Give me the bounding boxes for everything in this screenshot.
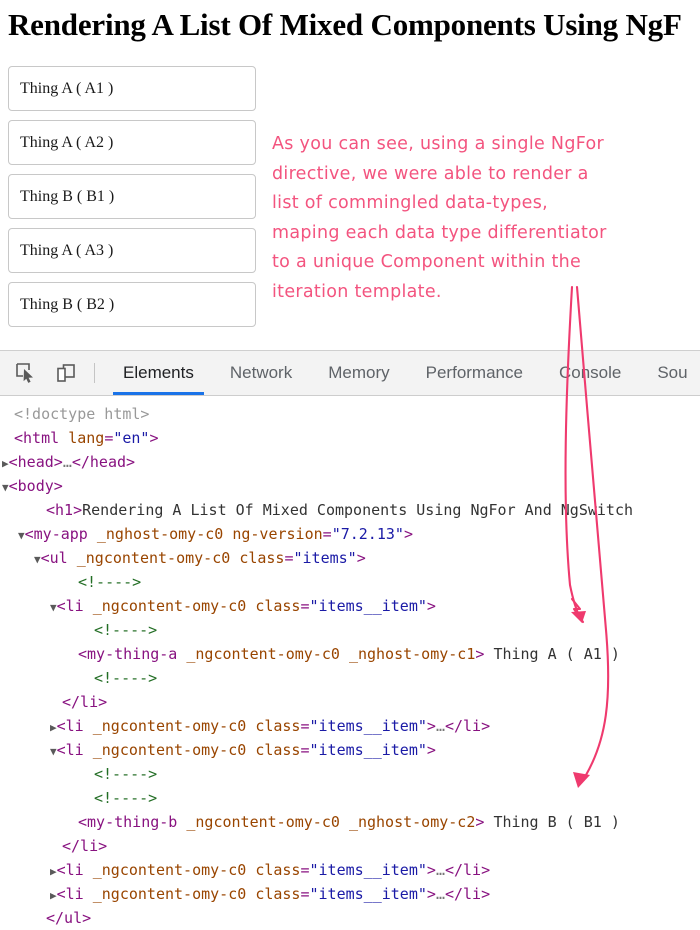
dom-tree-line[interactable]: <!----> <box>0 666 700 690</box>
tree-toggle-icon[interactable]: ▼ <box>50 601 57 614</box>
list-item: Thing A ( A2 ) <box>8 120 256 165</box>
dom-tree-line[interactable]: </li> <box>0 834 700 858</box>
tree-toggle-icon[interactable]: ▶ <box>2 457 9 470</box>
dom-tree-line[interactable]: ▼<li _ngcontent-omy-c0 class="items__ite… <box>0 594 700 618</box>
list-item-label: Thing B ( B1 ) <box>20 188 114 206</box>
dom-tree-line[interactable]: <html lang="en"> <box>0 426 700 450</box>
dom-tree-line[interactable]: <!doctype html> <box>0 402 700 426</box>
inspect-element-icon[interactable] <box>6 351 46 395</box>
device-toolbar-icon[interactable] <box>46 351 86 395</box>
tree-toggle-icon[interactable]: ▶ <box>50 889 57 902</box>
tree-toggle-icon[interactable]: ▼ <box>2 481 9 494</box>
dom-tree-line[interactable]: ▶<li _ngcontent-omy-c0 class="items__ite… <box>0 714 700 738</box>
tree-toggle-icon[interactable]: ▶ <box>50 721 57 734</box>
tree-toggle-icon[interactable]: ▼ <box>50 745 57 758</box>
items-list: Thing A ( A1 ) Thing A ( A2 ) Thing B ( B1… <box>8 66 256 336</box>
dom-tree-line[interactable]: <!----> <box>0 786 700 810</box>
tree-toggle-icon[interactable]: ▼ <box>18 529 25 542</box>
dom-tree-line[interactable]: <!----> <box>0 762 700 786</box>
tab-elements[interactable]: Elements <box>105 351 212 395</box>
page-title: Rendering A List Of Mixed Components Usi… <box>0 0 700 42</box>
tab-console[interactable]: Console <box>541 351 639 395</box>
dom-tree-line[interactable]: ▼<my-app _nghost-omy-c0 ng-version="7.2.… <box>0 522 700 546</box>
dom-tree-line[interactable]: ▼<ul _ngcontent-omy-c0 class="items"> <box>0 546 700 570</box>
dom-tree-line[interactable]: <!----> <box>0 618 700 642</box>
dom-tree-line[interactable]: <h1>Rendering A List Of Mixed Components… <box>0 498 700 522</box>
tab-network[interactable]: Network <box>212 351 310 395</box>
list-item-label: Thing B ( B2 ) <box>20 296 114 314</box>
list-item: Thing A ( A3 ) <box>8 228 256 273</box>
list-item: Thing B ( B2 ) <box>8 282 256 327</box>
dom-tree-line[interactable]: ▶<li _ngcontent-omy-c0 class="items__ite… <box>0 858 700 882</box>
tab-performance[interactable]: Performance <box>408 351 541 395</box>
tree-toggle-icon[interactable]: ▼ <box>34 553 41 566</box>
tree-toggle-icon[interactable]: ▶ <box>50 865 57 878</box>
list-item-label: Thing A ( A2 ) <box>20 134 113 152</box>
dom-tree-line[interactable]: ▼<li _ngcontent-omy-c0 class="items__ite… <box>0 738 700 762</box>
list-item-label: Thing A ( A3 ) <box>20 242 113 260</box>
annotation-note: As you can see, using a single NgFor dir… <box>272 130 672 307</box>
dom-tree-line[interactable]: </li> <box>0 690 700 714</box>
devtools-toolbar: ElementsNetworkMemoryPerformanceConsoleS… <box>0 351 700 396</box>
dom-tree-line[interactable]: ▶<li _ngcontent-omy-c0 class="items__ite… <box>0 882 700 906</box>
toolbar-divider <box>94 363 95 383</box>
tab-sou[interactable]: Sou <box>639 351 700 395</box>
list-item-label: Thing A ( A1 ) <box>20 80 113 98</box>
dom-tree-line[interactable]: <!----> <box>0 570 700 594</box>
dom-tree-line[interactable]: ▼<body> <box>0 474 700 498</box>
dom-tree-line[interactable]: ▶<head>…</head> <box>0 450 700 474</box>
devtools-tab-bar: ElementsNetworkMemoryPerformanceConsoleS… <box>105 351 700 395</box>
rendered-app-area: Rendering A List Of Mixed Components Usi… <box>0 0 700 350</box>
tab-memory[interactable]: Memory <box>310 351 407 395</box>
dom-tree-view[interactable]: <!doctype html><html lang="en">▶<head>…<… <box>0 396 700 930</box>
list-item: Thing B ( B1 ) <box>8 174 256 219</box>
list-item: Thing A ( A1 ) <box>8 66 256 111</box>
dom-tree-line[interactable]: <my-thing-b _ngcontent-omy-c0 _nghost-om… <box>0 810 700 834</box>
devtools-panel: ElementsNetworkMemoryPerformanceConsoleS… <box>0 350 700 930</box>
dom-tree-line[interactable]: <my-thing-a _ngcontent-omy-c0 _nghost-om… <box>0 642 700 666</box>
dom-tree-line[interactable]: </ul> <box>0 906 700 930</box>
